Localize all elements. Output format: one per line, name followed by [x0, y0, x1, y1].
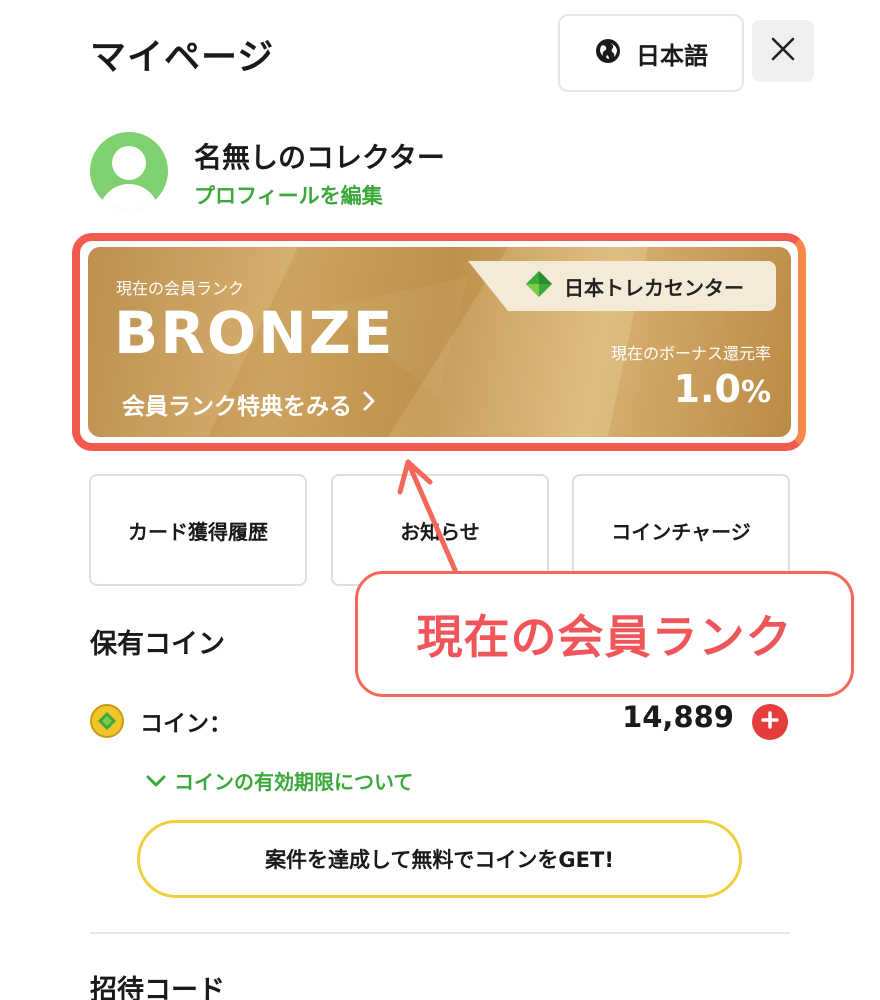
plus-icon: [761, 711, 779, 733]
coin-expiry-link[interactable]: コインの有効期限について: [146, 766, 413, 795]
rank-label: 現在の会員ランク: [116, 279, 245, 298]
bonus-rate-label: 現在のボーナス還元率: [610, 344, 771, 363]
coin-label: コイン：: [140, 711, 232, 737]
coin-charge-tile[interactable]: コインチャージ: [572, 474, 790, 586]
coin-count: 14,889: [622, 700, 734, 734]
language-button[interactable]: 日本語: [558, 14, 744, 92]
close-button[interactable]: [752, 20, 814, 82]
language-label: 日本語: [636, 41, 708, 70]
rank-benefits-label: 会員ランク特典をみる: [122, 394, 352, 420]
globe-icon: [594, 37, 622, 69]
bonus-rate-unit: %: [740, 375, 771, 410]
coin-expiry-label: コインの有効期限について: [174, 770, 414, 794]
callout-box: 現在の会員ランク: [355, 571, 854, 697]
user-avatar-icon: [90, 132, 168, 210]
brand-diamond-icon: [524, 269, 554, 303]
rank-benefits-link[interactable]: 会員ランク特典をみる: [122, 387, 376, 421]
brand-name: 日本トレカセンター: [564, 275, 744, 300]
add-coins-button[interactable]: [752, 704, 788, 740]
earn-free-coins-button[interactable]: 案件を達成して無料でコインをGET!: [137, 820, 742, 898]
chevron-right-icon: [362, 390, 376, 418]
close-icon: [770, 36, 796, 66]
chevron-down-icon: [146, 769, 166, 793]
coins-section-title: 保有コイン: [90, 629, 225, 660]
rank-name: BRONZE: [114, 299, 395, 367]
brand-tag: 日本トレカセンター: [468, 261, 776, 311]
page-title: マイページ: [90, 37, 275, 78]
card-history-tile[interactable]: カード獲得履歴: [89, 474, 307, 586]
user-name: 名無しのコレクター: [194, 141, 445, 174]
notices-tile[interactable]: お知らせ: [331, 474, 549, 586]
bonus-rate-value: 1.0%: [674, 367, 771, 411]
callout-text: 現在の会員ランク: [416, 610, 793, 664]
invite-code-title: 招待コード: [90, 975, 225, 1000]
section-divider: [90, 932, 790, 934]
edit-profile-link[interactable]: プロフィールを編集: [194, 180, 383, 210]
rank-card[interactable]: 現在の会員ランク BRONZE 会員ランク特典をみる 日本トレカセンター 現在の…: [88, 247, 791, 437]
coin-icon: [90, 704, 124, 738]
bonus-rate-number: 1.0: [673, 367, 741, 411]
